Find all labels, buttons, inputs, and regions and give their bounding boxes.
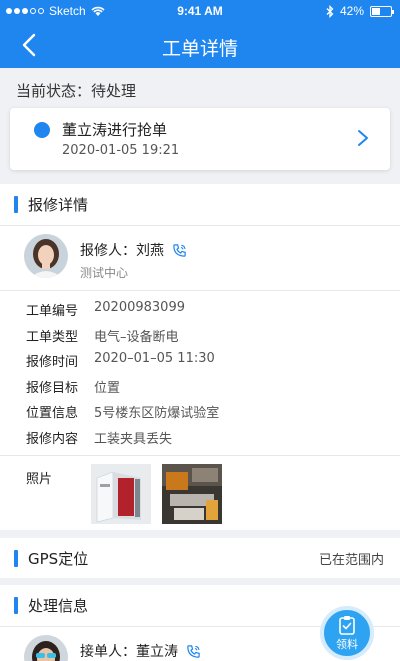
clipboard-icon	[339, 615, 355, 635]
receiver-avatar	[24, 635, 68, 661]
receiver-name-row: 接单人：董立涛	[80, 641, 201, 661]
fab-label: 领料	[336, 637, 358, 651]
reporter-name-row: 报修人：刘燕	[80, 240, 187, 260]
app-header: Sketch 9:41 AM 42% 工单详情	[0, 0, 400, 68]
divider	[0, 225, 400, 226]
phone-icon[interactable]	[186, 644, 201, 659]
section-accent-bar	[14, 195, 18, 213]
gps-section[interactable]: GPS定位 已在范围内	[0, 538, 400, 578]
receiver-name: 接单人：董立涛	[80, 644, 178, 660]
field-label: 报修内容	[26, 432, 79, 447]
reporter-avatar	[24, 234, 68, 278]
status-dot	[34, 122, 50, 138]
field-value: 工装夹具丢失	[94, 432, 173, 447]
field-report-target: 报修目标 位置	[26, 377, 120, 396]
field-label: 工单编号	[26, 304, 79, 319]
status-bar: Sketch 9:41 AM 42%	[0, 0, 400, 24]
material-request-button[interactable]: 领料	[320, 606, 374, 660]
reporter-department: 测试中心	[80, 266, 129, 280]
section-title: GPS定位	[28, 549, 89, 568]
field-label: 工单类型	[26, 330, 79, 345]
field-location: 位置信息 5号楼东区防爆试验室	[26, 402, 219, 421]
section-title: 报修详情	[28, 195, 89, 214]
field-value: 位置	[94, 381, 121, 396]
field-value: 20200983099	[94, 300, 185, 315]
battery-percent: 42%	[339, 4, 364, 18]
gps-status: 已在范围内	[318, 552, 384, 568]
event-title: 董立涛进行抢单	[62, 121, 168, 139]
repair-section-header: 报修详情	[0, 184, 400, 224]
field-report-time: 报修时间 2020–01–05 11:30	[26, 351, 215, 370]
section-accent-bar	[14, 596, 18, 614]
field-label: 报修时间	[26, 355, 79, 370]
field-content: 报修内容 工装夹具丢失	[26, 428, 172, 447]
section-title: 处理信息	[28, 596, 89, 615]
gps-section-header: GPS定位 已在范围内	[0, 538, 400, 578]
photo-thumbnail-1[interactable]	[91, 464, 151, 524]
battery-icon	[370, 5, 394, 17]
field-label: 位置信息	[26, 406, 79, 421]
divider	[0, 290, 400, 291]
event-card[interactable]: 董立涛进行抢单 2020-01-05 19:21	[10, 108, 390, 170]
page-title: 工单详情	[161, 38, 238, 60]
field-order-type: 工单类型 电气–设备断电	[26, 326, 179, 345]
photo-thumbnail-2[interactable]	[162, 464, 222, 524]
field-value: 2020–01–05 11:30	[94, 351, 215, 366]
phone-icon[interactable]	[172, 243, 187, 258]
chevron-right-icon	[358, 130, 368, 146]
photos-label: 照片	[26, 472, 53, 487]
reporter-name: 报修人：刘燕	[80, 243, 164, 259]
section-accent-bar	[14, 549, 18, 567]
field-value: 5号楼东区防爆试验室	[94, 406, 220, 421]
field-order-number: 工单编号 20200983099	[26, 300, 185, 319]
current-status: 当前状态：待处理	[16, 82, 137, 100]
bluetooth-icon	[326, 4, 334, 18]
field-label: 报修目标	[26, 381, 79, 396]
field-value: 电气–设备断电	[94, 330, 179, 345]
event-time: 2020-01-05 19:21	[62, 143, 180, 158]
divider	[0, 455, 400, 456]
